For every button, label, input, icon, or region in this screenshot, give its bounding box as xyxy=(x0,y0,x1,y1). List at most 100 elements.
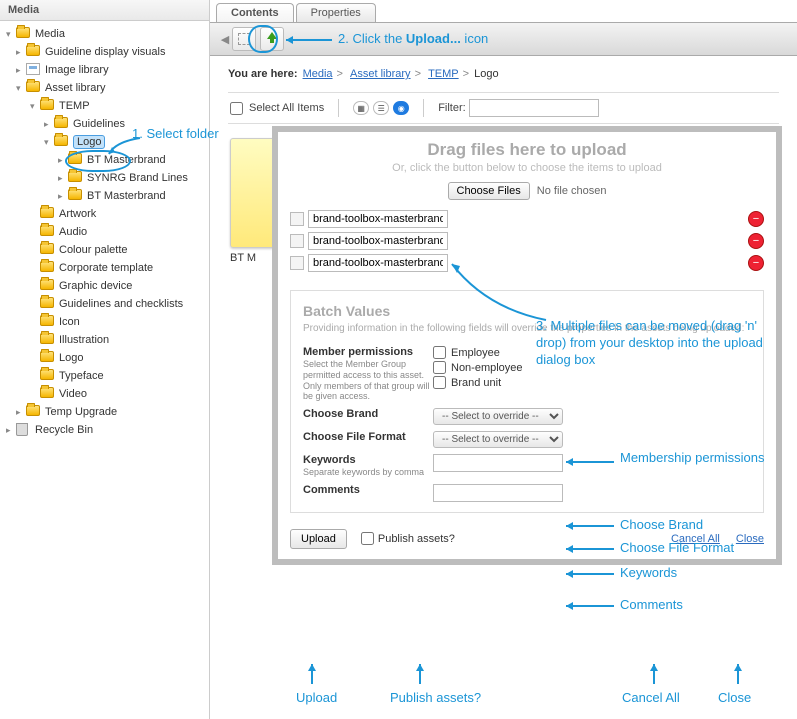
select-all-checkbox[interactable] xyxy=(230,102,243,115)
breadcrumb-assetlib[interactable]: Asset library xyxy=(350,68,411,80)
tree-logo-selected[interactable]: Logo xyxy=(73,135,105,149)
tree-synrg[interactable]: SYNRG Brand Lines xyxy=(87,172,188,184)
expand-icon[interactable]: ▾ xyxy=(30,101,40,112)
expand-icon[interactable]: ▸ xyxy=(16,407,26,418)
tree-logo2[interactable]: Logo xyxy=(59,352,83,364)
expand-sidebar-icon[interactable]: ◀ xyxy=(218,27,232,51)
thumbnail-label: BT M xyxy=(230,252,275,264)
expand-icon[interactable]: ▾ xyxy=(44,137,54,148)
tree-temp-upgrade[interactable]: Temp Upgrade xyxy=(45,406,117,418)
folder-icon xyxy=(40,279,54,290)
main-panel: Contents Properties ◀ You are here: Medi… xyxy=(210,0,797,719)
comments-input[interactable] xyxy=(433,484,563,502)
no-file-label: No file chosen xyxy=(537,185,607,197)
perm-brandunit-label: Brand unit xyxy=(451,377,501,389)
tree-recycle[interactable]: Recycle Bin xyxy=(35,424,93,436)
tree-bt-masterbrand-1[interactable]: BT Masterbrand xyxy=(87,154,166,166)
tree-artwork[interactable]: Artwork xyxy=(59,208,96,220)
tree-colour[interactable]: Colour palette xyxy=(59,244,128,256)
folder-icon xyxy=(40,207,54,218)
tree-video[interactable]: Video xyxy=(59,388,87,400)
tree-corporate[interactable]: Corporate template xyxy=(59,262,153,274)
expand-icon[interactable]: ▾ xyxy=(6,29,16,40)
folder-icon xyxy=(40,243,54,254)
folder-icon xyxy=(26,45,40,56)
folder-icon xyxy=(40,315,54,326)
expand-icon[interactable]: ▸ xyxy=(44,119,54,130)
close-link[interactable]: Close xyxy=(736,533,764,545)
tabs: Contents Properties xyxy=(210,0,797,22)
expand-icon[interactable]: ▾ xyxy=(16,83,26,94)
choose-format-select[interactable]: -- Select to override -- xyxy=(433,431,563,448)
expand-icon[interactable]: ▸ xyxy=(16,65,26,76)
perm-employee-checkbox[interactable] xyxy=(433,346,446,359)
sidebar-header: Media xyxy=(0,0,209,21)
tree-guidelines-checklists[interactable]: Guidelines and checklists xyxy=(59,298,183,310)
tab-properties[interactable]: Properties xyxy=(296,3,376,22)
batch-values-panel: Batch Values Providing information in th… xyxy=(290,290,764,513)
recycle-bin-icon xyxy=(16,423,28,436)
thumbnail-image xyxy=(230,138,275,248)
drop-subtitle: Or, click the button below to choose the… xyxy=(278,162,776,174)
tree-typeface[interactable]: Typeface xyxy=(59,370,104,382)
breadcrumb-media[interactable]: Media xyxy=(303,68,333,80)
folder-icon xyxy=(16,27,30,38)
tree-bt-masterbrand-2[interactable]: BT Masterbrand xyxy=(87,190,166,202)
cancel-all-link[interactable]: Cancel All xyxy=(671,533,720,545)
create-button[interactable] xyxy=(232,27,256,51)
content-area: You are here: Media> Asset library> TEMP… xyxy=(210,56,797,136)
tree-image-library[interactable]: Image library xyxy=(45,64,109,76)
tree-guidelines[interactable]: Guidelines xyxy=(73,118,125,130)
expand-icon[interactable]: ▸ xyxy=(16,47,26,58)
perm-nonemployee-label: Non-employee xyxy=(451,362,523,374)
expand-icon[interactable]: ▸ xyxy=(58,155,68,166)
upload-submit-button[interactable]: Upload xyxy=(290,529,347,549)
tree-asset-library[interactable]: Asset library xyxy=(45,82,106,94)
upload-button[interactable] xyxy=(260,27,284,51)
tree-illustration[interactable]: Illustration xyxy=(59,334,109,346)
expand-icon[interactable]: ▸ xyxy=(58,191,68,202)
folder-icon xyxy=(40,99,54,110)
file-icon xyxy=(290,212,304,226)
breadcrumb-prefix: You are here: xyxy=(228,68,298,80)
file-row: − xyxy=(290,254,764,272)
tree-media[interactable]: Media xyxy=(35,28,65,40)
choose-brand-select[interactable]: -- Select to override -- xyxy=(433,408,563,425)
publish-checkbox[interactable] xyxy=(361,532,374,545)
folder-icon xyxy=(40,387,54,398)
file-name-input[interactable] xyxy=(308,254,448,272)
remove-file-button[interactable]: − xyxy=(748,255,764,271)
library-icon xyxy=(26,63,40,75)
folder-icon xyxy=(40,369,54,380)
remove-file-button[interactable]: − xyxy=(748,233,764,249)
folder-icon xyxy=(54,135,68,146)
expand-icon[interactable]: ▸ xyxy=(6,425,16,436)
keywords-input[interactable] xyxy=(433,454,563,472)
perm-brandunit-checkbox[interactable] xyxy=(433,376,446,389)
tab-contents[interactable]: Contents xyxy=(216,3,294,22)
tree-graphic[interactable]: Graphic device xyxy=(59,280,132,292)
expand-icon[interactable]: ▸ xyxy=(58,173,68,184)
view-grid-large[interactable]: ◉ xyxy=(393,101,409,115)
view-list[interactable]: ☰ xyxy=(373,101,389,115)
tree-icon[interactable]: Icon xyxy=(59,316,80,328)
view-grid-small[interactable]: ▦ xyxy=(353,101,369,115)
tree-guideline-visuals[interactable]: Guideline display visuals xyxy=(45,46,165,58)
file-row: − xyxy=(290,210,764,228)
tree-temp[interactable]: TEMP xyxy=(59,100,90,112)
file-name-input[interactable] xyxy=(308,232,448,250)
file-list: − − − xyxy=(278,210,776,272)
file-name-input[interactable] xyxy=(308,210,448,228)
filter-input[interactable] xyxy=(469,99,599,117)
remove-file-button[interactable]: − xyxy=(748,211,764,227)
breadcrumb-temp[interactable]: TEMP xyxy=(428,68,459,80)
perm-nonemployee-checkbox[interactable] xyxy=(433,361,446,374)
tree-audio[interactable]: Audio xyxy=(59,226,87,238)
file-icon xyxy=(290,256,304,270)
asset-thumbnail[interactable]: BT M xyxy=(230,138,275,264)
breadcrumb: You are here: Media> Asset library> TEMP… xyxy=(228,68,779,80)
list-toolbar: Select All Items ▦ ☰ ◉ Filter: xyxy=(228,92,779,124)
folder-icon xyxy=(54,117,68,128)
folder-icon xyxy=(40,297,54,308)
choose-files-button[interactable]: Choose Files xyxy=(448,182,530,200)
